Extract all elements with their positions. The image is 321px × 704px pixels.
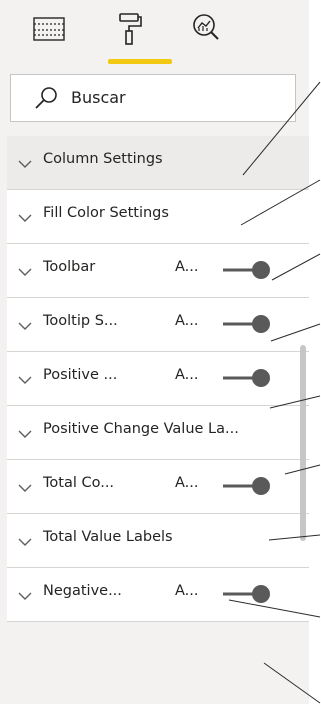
- annotation-lines: [228, 81, 321, 704]
